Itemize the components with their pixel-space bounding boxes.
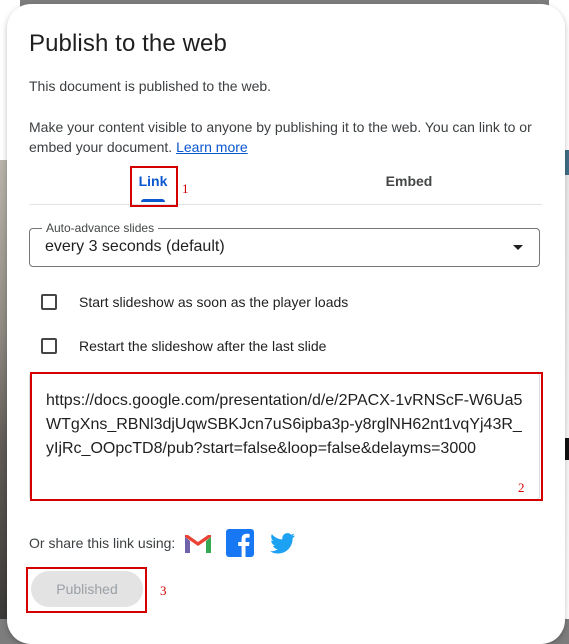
start-slideshow-label: Start slideshow as soon as the player lo… <box>79 294 349 310</box>
published-button: Published <box>31 571 143 607</box>
dialog-description: Make your content visible to anyone by p… <box>29 117 539 157</box>
annotation-label-3: 3 <box>160 583 167 598</box>
active-tab-indicator <box>141 199 165 202</box>
tab-embed-label: Embed <box>385 173 433 189</box>
description-text: Make your content visible to anyone by p… <box>29 119 532 155</box>
dialog-title: Publish to the web <box>29 30 227 57</box>
restart-slideshow-label: Restart the slideshow after the last sli… <box>79 338 327 354</box>
gmail-icon[interactable] <box>183 528 213 558</box>
auto-advance-label: Auto-advance slides <box>42 221 159 235</box>
twitter-icon[interactable] <box>267 528 297 558</box>
publish-tabs: Link Embed <box>29 164 542 205</box>
restart-slideshow-option[interactable]: Restart the slideshow after the last sli… <box>41 336 326 356</box>
tab-link[interactable]: Link <box>139 164 167 204</box>
learn-more-link[interactable]: Learn more <box>176 139 248 155</box>
restart-slideshow-checkbox[interactable] <box>41 338 57 354</box>
start-slideshow-option[interactable]: Start slideshow as soon as the player lo… <box>41 292 348 312</box>
publish-status-text: This document is published to the web. <box>29 78 272 94</box>
tab-embed[interactable]: Embed <box>379 164 439 204</box>
facebook-icon[interactable] <box>225 528 255 558</box>
tab-link-label: Link <box>138 173 168 189</box>
start-slideshow-checkbox[interactable] <box>41 294 57 310</box>
annotation-label-1: 1 <box>182 181 189 196</box>
dropdown-arrow-icon <box>513 245 523 250</box>
share-label: Or share this link using: <box>29 535 176 551</box>
publish-url-field[interactable]: https://docs.google.com/presentation/d/e… <box>29 372 540 500</box>
auto-advance-value: every 3 seconds (default) <box>45 238 225 255</box>
publish-dialog: Publish to the web This document is publ… <box>7 4 565 644</box>
annotation-label-2: 2 <box>518 480 525 495</box>
auto-advance-select[interactable]: Auto-advance slides every 3 seconds (def… <box>29 221 540 267</box>
share-row: Or share this link using: <box>29 526 309 560</box>
